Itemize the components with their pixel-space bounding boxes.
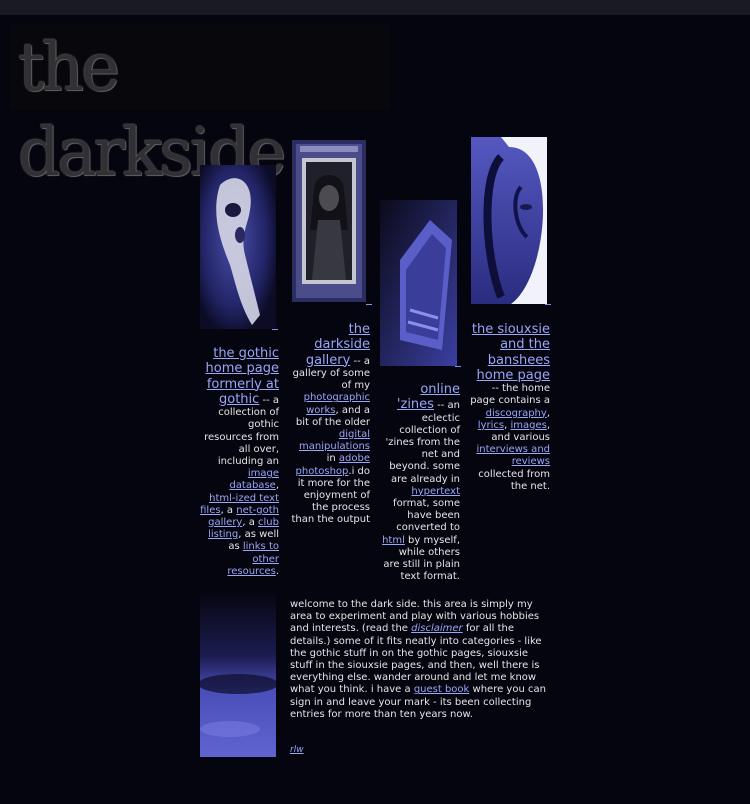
lyrics-link[interactable]: lyrics (478, 420, 504, 431)
image-link-underline (455, 366, 461, 367)
text-sep: , a (242, 517, 259, 529)
text-sep: . (275, 565, 279, 577)
interviews-and-reviews-link[interactable]: interviews and reviews (476, 444, 550, 467)
html-link[interactable]: html (382, 535, 405, 546)
hypertext-link[interactable]: hypertext (411, 486, 460, 497)
image-database-link[interactable]: image database (229, 468, 279, 491)
gallery-column: the darkside gallery -- a gallery of som… (290, 322, 370, 527)
gallery-portrait-image[interactable] (292, 140, 366, 302)
discography-link[interactable]: discography (486, 408, 547, 419)
digital-manipulations-link[interactable]: digital manipulations (299, 429, 370, 452)
top-bar (0, 0, 750, 15)
images-link[interactable]: images (510, 420, 546, 431)
gothic-skull-image[interactable] (200, 165, 276, 329)
text-sep: , (546, 407, 550, 419)
guest-book-link[interactable]: guest book (414, 684, 470, 695)
text-sep: format, some have been converted to (393, 498, 460, 534)
siouxsie-portrait-image[interactable] (471, 137, 547, 304)
image-link-underline (366, 304, 372, 305)
zines-image[interactable] (380, 200, 457, 366)
image-link-underline (545, 304, 551, 305)
text-sep: , (275, 480, 279, 492)
siouxsie-home-page-link[interactable]: the siouxsie and the banshees home page (472, 322, 550, 383)
text-sep: , a (220, 504, 237, 516)
site-banner-logo: the darkside (10, 25, 390, 191)
siouxsie-column: the siouxsie and the banshees home page … (470, 322, 550, 493)
siouxsie-desc-text: -- the home page contains a (470, 383, 550, 407)
zines-column: online 'zines -- an eclectic collection … (380, 382, 460, 583)
text-sep: collected from the net. (478, 468, 550, 492)
author-signature-link[interactable]: rlw (290, 745, 304, 755)
image-link-underline (272, 329, 278, 330)
gothic-column: the gothic home page formerly at gothic … (200, 346, 279, 578)
text-sep: in (326, 453, 339, 465)
decorative-blur-image (200, 589, 276, 757)
intro-paragraph: welcome to the dark side. this area is s… (290, 599, 548, 721)
disclaimer-link[interactable]: disclaimer (411, 623, 463, 634)
zines-desc-text: -- an eclectic collection of 'zines from… (385, 400, 460, 485)
